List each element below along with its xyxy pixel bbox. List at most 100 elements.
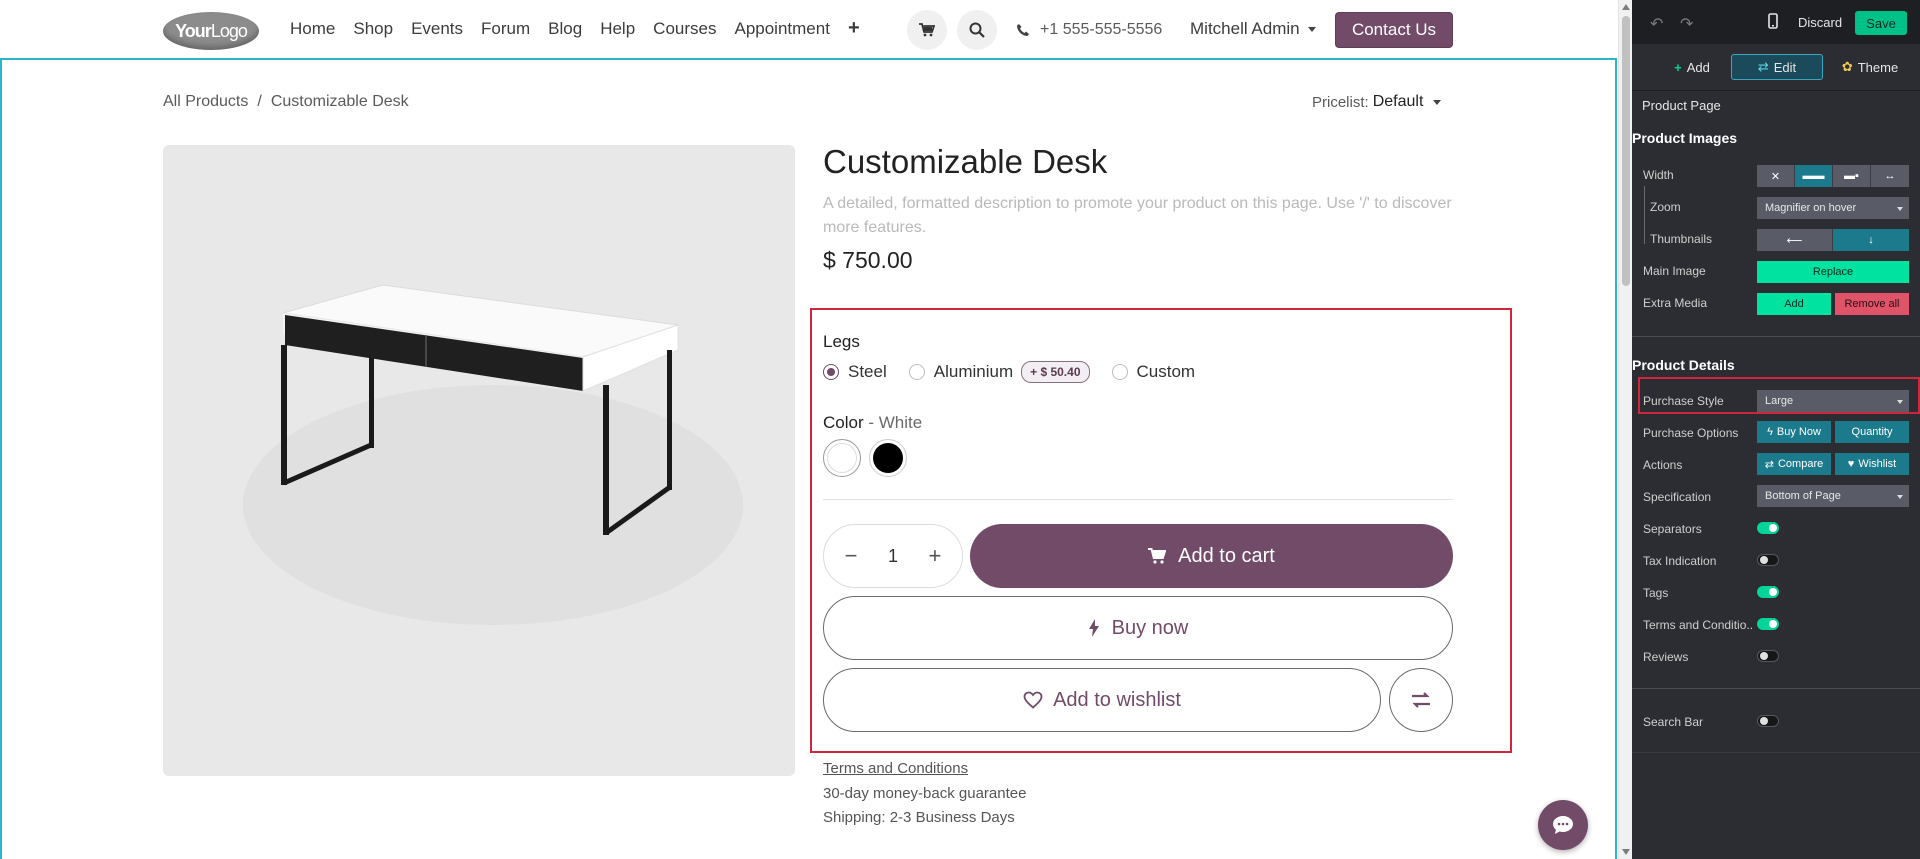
swatch-black[interactable] xyxy=(869,439,907,477)
page-scrollbar[interactable] xyxy=(1618,0,1632,859)
scroll-up-icon[interactable] xyxy=(1622,4,1630,10)
radio-unchecked[interactable] xyxy=(1111,364,1128,380)
reviews-label: Reviews xyxy=(1643,650,1689,664)
nav-courses[interactable]: Courses xyxy=(653,19,716,39)
toggle-knob xyxy=(1769,524,1777,532)
nav-shop[interactable]: Shop xyxy=(353,19,393,39)
header-phone[interactable]: +1 555-555-5556 xyxy=(1016,21,1162,39)
width-none-option[interactable]: ✕ xyxy=(1757,165,1795,187)
add-to-cart-button[interactable]: Add to cart xyxy=(970,524,1453,588)
search-bar-toggle[interactable] xyxy=(1757,715,1779,727)
product-title[interactable]: Customizable Desk xyxy=(823,143,1107,181)
nav-home[interactable]: Home xyxy=(290,19,335,39)
replace-image-button[interactable]: Replace xyxy=(1757,261,1909,283)
nav-forum[interactable]: Forum xyxy=(481,19,530,39)
discard-button[interactable]: Discard xyxy=(1798,15,1842,30)
tab-add[interactable]: + Add xyxy=(1657,54,1727,80)
redo-icon[interactable]: ↷ xyxy=(1680,14,1693,34)
reviews-toggle[interactable] xyxy=(1757,650,1779,662)
tab-theme-label: Theme xyxy=(1857,59,1899,75)
plus-icon[interactable]: + xyxy=(924,543,946,569)
phone-number: +1 555-555-5556 xyxy=(1040,21,1163,38)
breadcrumb-current: Customizable Desk xyxy=(270,93,409,110)
legs-option-steel[interactable]: Steel xyxy=(823,362,887,382)
thumbnails-options: ⟵ ↓ xyxy=(1757,229,1909,251)
guarantee-text: 30-day money-back guarantee xyxy=(823,785,1027,802)
save-button[interactable]: Save xyxy=(1855,11,1907,35)
user-menu[interactable]: Mitchell Admin xyxy=(1190,19,1316,39)
radio-checked[interactable] xyxy=(823,364,839,380)
scroll-down-icon[interactable] xyxy=(1622,849,1630,855)
specification-value: Bottom of Page xyxy=(1765,490,1841,502)
thumbnails-left-option[interactable]: ⟵ xyxy=(1757,229,1833,251)
pricelist-dropdown[interactable]: Pricelist: Default xyxy=(1312,93,1442,111)
buy-now-option-label: Buy Now xyxy=(1776,426,1821,438)
quantity-option-button[interactable]: Quantity xyxy=(1835,421,1909,443)
chevron-down-icon xyxy=(1897,400,1903,404)
width-options: ✕ ▬▬ ▬▪ ↔ xyxy=(1757,165,1909,187)
product-image[interactable] xyxy=(163,145,795,776)
editor-tabs: + Add ⇄ Edit ✿ Theme xyxy=(1632,44,1920,91)
nav-events[interactable]: Events xyxy=(411,19,463,39)
livechat-button[interactable] xyxy=(1538,800,1588,850)
compare-button[interactable] xyxy=(1389,668,1453,732)
width-large-option[interactable]: ▬▪ xyxy=(1833,165,1871,187)
remove-all-media-button[interactable]: Remove all xyxy=(1835,293,1909,315)
width-half-option[interactable]: ▬▬ xyxy=(1795,165,1833,187)
nav-help[interactable]: Help xyxy=(600,19,635,39)
swatch-white[interactable] xyxy=(823,439,861,477)
breadcrumb-all-products[interactable]: All Products xyxy=(163,93,248,111)
wishlist-option-button[interactable]: ♥ Wishlist xyxy=(1835,453,1909,475)
tags-label: Tags xyxy=(1643,586,1669,600)
actions-label: Actions xyxy=(1643,458,1683,472)
minus-icon[interactable]: − xyxy=(840,543,862,569)
pricelist-value: Default xyxy=(1372,93,1424,110)
site-logo[interactable]: Your Logo xyxy=(163,12,259,50)
tree-line xyxy=(1644,186,1645,244)
width-full-option[interactable]: ↔ xyxy=(1871,165,1909,187)
search-button[interactable] xyxy=(957,10,997,50)
scrollbar-thumb[interactable] xyxy=(1622,16,1630,286)
color-value: - White xyxy=(863,413,923,432)
add-menu-item-icon[interactable]: + xyxy=(848,18,860,39)
specification-select[interactable]: Bottom of Page xyxy=(1757,485,1909,507)
add-extra-media-button[interactable]: Add xyxy=(1757,293,1831,315)
zoom-select[interactable]: Magnifier on hover xyxy=(1757,197,1909,219)
nav-blog[interactable]: Blog xyxy=(548,19,582,39)
logo-text-thin: Logo xyxy=(210,20,248,41)
thumbnails-bottom-option[interactable]: ↓ xyxy=(1833,229,1909,251)
separators-toggle[interactable] xyxy=(1757,522,1779,534)
section-divider xyxy=(1632,688,1920,689)
purchase-style-select[interactable]: Large xyxy=(1757,390,1909,412)
tab-edit[interactable]: ⇄ Edit xyxy=(1731,54,1823,80)
legs-option-aluminium[interactable]: Aluminium + $ 50.40 xyxy=(908,361,1090,383)
contact-us-button[interactable]: Contact Us xyxy=(1335,12,1453,48)
sliders-icon: ⇄ xyxy=(1757,59,1769,74)
tax-indication-toggle[interactable] xyxy=(1757,554,1779,566)
terms-conditions-toggle[interactable] xyxy=(1757,618,1779,630)
quantity-input[interactable]: 1 xyxy=(888,546,898,567)
compare-option-button[interactable]: ⇄ Compare xyxy=(1757,453,1831,475)
undo-icon[interactable]: ↶ xyxy=(1650,14,1663,34)
nav-appointment[interactable]: Appointment xyxy=(734,19,829,39)
product-price: $ 750.00 xyxy=(823,247,913,273)
product-description-placeholder[interactable]: A detailed, formatted description to pro… xyxy=(823,192,1453,240)
swatch-black-fill xyxy=(873,443,903,473)
compare-icon xyxy=(1412,692,1430,708)
legs-option-custom[interactable]: Custom xyxy=(1111,362,1195,382)
desk-image xyxy=(243,284,743,625)
section-divider xyxy=(1632,752,1920,753)
add-to-wishlist-label: Add to wishlist xyxy=(1053,688,1181,711)
add-to-cart-label: Add to cart xyxy=(1178,544,1275,567)
add-to-wishlist-button[interactable]: Add to wishlist xyxy=(823,668,1381,732)
buy-now-option-button[interactable]: ϟ Buy Now xyxy=(1757,421,1831,443)
buy-now-button[interactable]: Buy now xyxy=(823,596,1453,660)
mobile-preview-icon[interactable] xyxy=(1768,13,1778,32)
option-label: Steel xyxy=(848,362,887,381)
tab-theme[interactable]: ✿ Theme xyxy=(1830,54,1910,80)
terms-and-conditions-link[interactable]: Terms and Conditions xyxy=(823,760,968,777)
tags-toggle[interactable] xyxy=(1757,586,1779,598)
cart-button[interactable] xyxy=(907,10,947,50)
quantity-stepper: − 1 + xyxy=(823,524,963,588)
radio-unchecked[interactable] xyxy=(908,364,925,380)
